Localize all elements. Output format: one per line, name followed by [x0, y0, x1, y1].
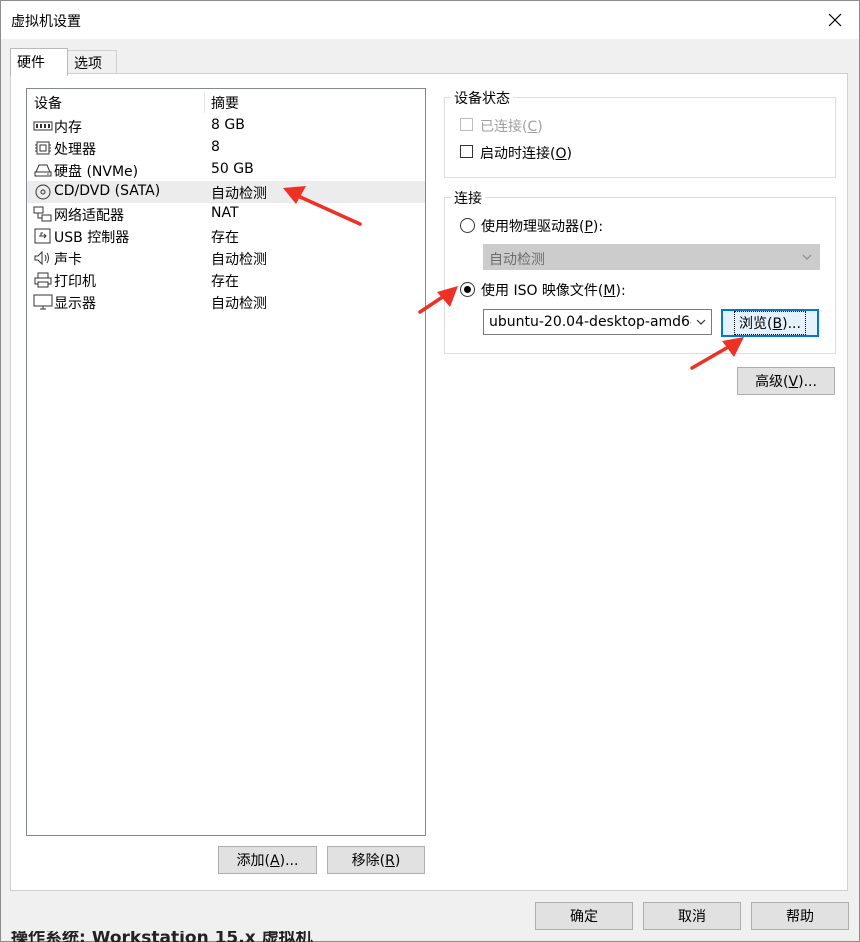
connected-checkbox[interactable]: [460, 118, 473, 131]
cd-dvd-icon: [35, 184, 51, 200]
device-name: 声卡: [54, 252, 82, 268]
processor-icon: [35, 141, 51, 155]
add-device-button[interactable]: 添加(A)...: [218, 846, 317, 874]
device-name: 显示器: [54, 296, 96, 312]
background-text-strip: 操作系统: Workstation 15.x 虚拟机: [1, 931, 859, 942]
remove-device-button[interactable]: 移除(R): [327, 846, 425, 874]
network-adapter-icon: [33, 206, 52, 222]
browse-button-text: 浏览(B)...: [734, 311, 806, 335]
device-row-usb-controller[interactable]: USB 控制器 存在: [27, 225, 425, 247]
physical-drive-select-value: 自动检测: [489, 252, 545, 268]
advanced-button-text: 高级(V)...: [755, 374, 817, 390]
device-row-network-adapter[interactable]: 网络适配器 NAT: [27, 203, 425, 225]
tab-options-label: 选项: [74, 56, 102, 72]
device-summary: 存在: [211, 230, 239, 246]
help-button-label: 帮助: [786, 909, 814, 925]
device-summary: 8: [211, 139, 220, 155]
chevron-down-icon: [696, 319, 706, 325]
device-name: CD/DVD (SATA): [54, 183, 161, 199]
connected-label: 已连接(C): [480, 119, 543, 135]
connection-title: 连接: [451, 188, 485, 208]
help-button[interactable]: 帮助: [751, 902, 849, 930]
browse-button[interactable]: 浏览(B)...: [721, 309, 819, 337]
column-header-summary[interactable]: 摘要: [211, 93, 239, 113]
iso-path-combobox[interactable]: ubuntu-20.04-desktop-amd64.iso: [483, 309, 712, 335]
device-summary: NAT: [211, 205, 239, 221]
column-separator[interactable]: [204, 91, 205, 113]
device-name: 处理器: [54, 142, 96, 158]
physical-drive-label: 使用物理驱动器(P):: [481, 219, 604, 235]
tab-options[interactable]: 选项: [67, 50, 117, 73]
iso-image-radio[interactable]: [460, 282, 475, 297]
connect-at-power-on-checkbox[interactable]: [460, 145, 473, 158]
iso-path-dropdown[interactable]: [691, 310, 711, 334]
device-name: USB 控制器: [54, 230, 130, 246]
title-bar: 虚拟机设置: [1, 1, 859, 39]
printer-icon: [34, 272, 52, 288]
device-row-hard-disk[interactable]: 硬盘 (NVMe) 50 GB: [27, 159, 425, 181]
physical-drive-select[interactable]: 自动检测: [483, 244, 820, 270]
column-header-device[interactable]: 设备: [34, 93, 62, 113]
device-name: 内存: [54, 120, 82, 136]
device-row-display[interactable]: 显示器 自动检测: [27, 291, 425, 313]
iso-image-label: 使用 ISO 映像文件(M):: [481, 283, 626, 299]
display-icon: [33, 294, 53, 310]
device-list[interactable]: 设备 摘要 内存 8 GB 处理器 8 硬盘 (NVMe) 50 GB CD/D…: [26, 88, 426, 836]
device-summary: 50 GB: [211, 161, 254, 177]
usb-icon: [34, 228, 51, 244]
physical-drive-radio[interactable]: [460, 218, 475, 233]
device-summary: 自动检测: [211, 186, 267, 202]
device-name: 网络适配器: [54, 208, 124, 224]
tab-hardware[interactable]: 硬件: [10, 48, 68, 76]
advanced-button[interactable]: 高级(V)...: [737, 367, 835, 395]
device-status-title: 设备状态: [451, 88, 513, 108]
add-button-text: 添加(A)...: [236, 853, 299, 869]
device-row-cd-dvd[interactable]: CD/DVD (SATA) 自动检测: [27, 181, 425, 203]
ok-button[interactable]: 确定: [535, 902, 633, 930]
close-button[interactable]: [821, 7, 849, 33]
connect-at-power-on-label: 启动时连接(O): [480, 146, 572, 162]
ok-button-label: 确定: [570, 909, 598, 925]
list-header: 设备 摘要: [27, 89, 425, 113]
device-summary: 自动检测: [211, 296, 267, 312]
device-row-memory[interactable]: 内存 8 GB: [27, 115, 425, 137]
sound-card-icon: [34, 250, 49, 266]
device-summary: 自动检测: [211, 252, 267, 268]
hard-disk-icon: [34, 164, 52, 177]
device-summary: 8 GB: [211, 117, 245, 133]
device-row-printer[interactable]: 打印机 存在: [27, 269, 425, 291]
iso-path-value: ubuntu-20.04-desktop-amd64.iso: [489, 314, 712, 330]
virtual-machine-settings-dialog: 虚拟机设置 硬件 选项 设备 摘要 内存 8 GB 处理器 8 硬盘 (NVMe…: [0, 0, 860, 942]
tab-hardware-label: 硬件: [17, 55, 45, 71]
close-icon: [828, 13, 842, 27]
cancel-button[interactable]: 取消: [643, 902, 741, 930]
device-row-sound-card[interactable]: 声卡 自动检测: [27, 247, 425, 269]
remove-button-text: 移除(R): [351, 853, 401, 869]
device-name: 打印机: [54, 274, 96, 290]
device-name: 硬盘 (NVMe): [54, 164, 139, 180]
cancel-button-label: 取消: [678, 909, 706, 925]
memory-icon: [33, 121, 53, 131]
chevron-down-icon: [802, 254, 812, 260]
device-status-group: [444, 97, 836, 178]
background-text: 操作系统: Workstation 15.x 虚拟机: [11, 931, 313, 942]
device-summary: 存在: [211, 274, 239, 290]
window-title: 虚拟机设置: [11, 14, 81, 30]
device-row-processor[interactable]: 处理器 8: [27, 137, 425, 159]
